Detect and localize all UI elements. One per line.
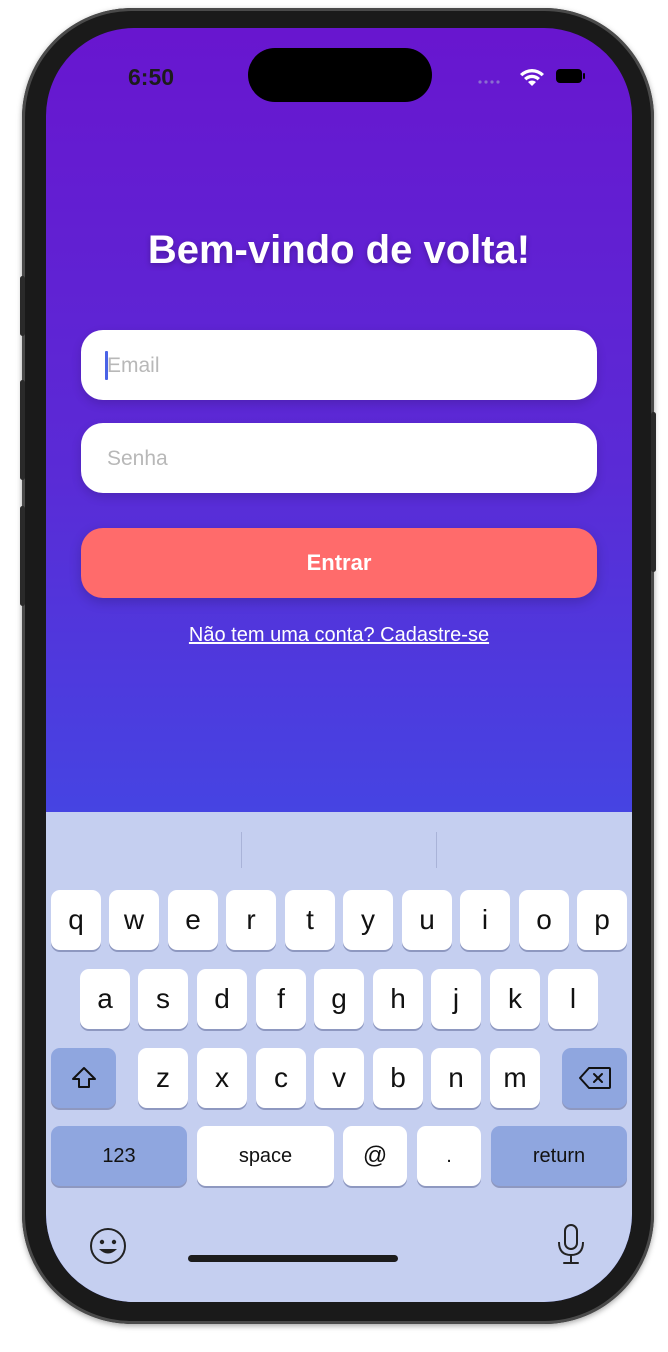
key-s[interactable]: s [138,969,188,1029]
battery-icon [556,69,585,83]
key-z[interactable]: z [138,1048,188,1108]
microphone-icon[interactable] [554,1222,588,1268]
space-key[interactable]: space [197,1126,334,1186]
power-button [651,412,656,572]
backspace-icon [578,1067,611,1089]
shift-icon [71,1067,96,1088]
key-x[interactable]: x [197,1048,247,1108]
key-v[interactable]: v [314,1048,364,1108]
key-q[interactable]: q [51,890,101,950]
key-f[interactable]: f [256,969,306,1029]
key-o[interactable]: o [519,890,569,950]
home-indicator[interactable] [188,1255,398,1262]
suggestion-divider [436,832,437,868]
key-j[interactable]: j [431,969,481,1029]
key-w[interactable]: w [109,890,159,950]
key-p[interactable]: p [577,890,627,950]
status-icons [478,69,585,86]
shift-key[interactable] [51,1048,116,1108]
dot-key[interactable]: . [417,1126,481,1186]
key-l[interactable]: l [548,969,598,1029]
screen: 6:50 Bem-vindo de volta! Entrar Não tem … [46,28,632,1302]
key-i[interactable]: i [460,890,510,950]
action-button [20,276,25,336]
volume-up-button [20,380,25,480]
password-field-container [81,423,597,495]
key-t[interactable]: t [285,890,335,950]
email-field-container [81,330,597,402]
password-field[interactable] [105,423,579,495]
key-n[interactable]: n [431,1048,481,1108]
login-button[interactable]: Entrar [81,528,597,598]
emoji-icon[interactable] [88,1226,128,1266]
dynamic-island [248,48,432,102]
keyboard: q w e r t y u i o p a s d f g h j k l z … [46,812,632,1302]
key-g[interactable]: g [314,969,364,1029]
status-time: 6:50 [128,64,175,90]
page-title: Bem-vindo de volta! [147,228,531,272]
delete-key[interactable] [562,1048,627,1108]
email-field[interactable] [105,330,579,402]
key-m[interactable]: m [490,1048,540,1108]
key-h[interactable]: h [373,969,423,1029]
at-key[interactable]: @ [343,1126,407,1186]
suggestion-divider [241,832,242,868]
key-e[interactable]: e [168,890,218,950]
volume-down-button [20,506,25,606]
key-a[interactable]: a [80,969,130,1029]
key-b[interactable]: b [373,1048,423,1108]
signup-link[interactable]: Não tem uma conta? Cadastre-se [46,624,632,647]
key-r[interactable]: r [226,890,276,950]
key-d[interactable]: d [197,969,247,1029]
numbers-key[interactable]: 123 [51,1126,187,1186]
signal-dots-icon [478,80,500,84]
key-y[interactable]: y [343,890,393,950]
key-u[interactable]: u [402,890,452,950]
return-key[interactable]: return [491,1126,627,1186]
key-c[interactable]: c [256,1048,306,1108]
wifi-icon [520,69,544,86]
key-k[interactable]: k [490,969,540,1029]
